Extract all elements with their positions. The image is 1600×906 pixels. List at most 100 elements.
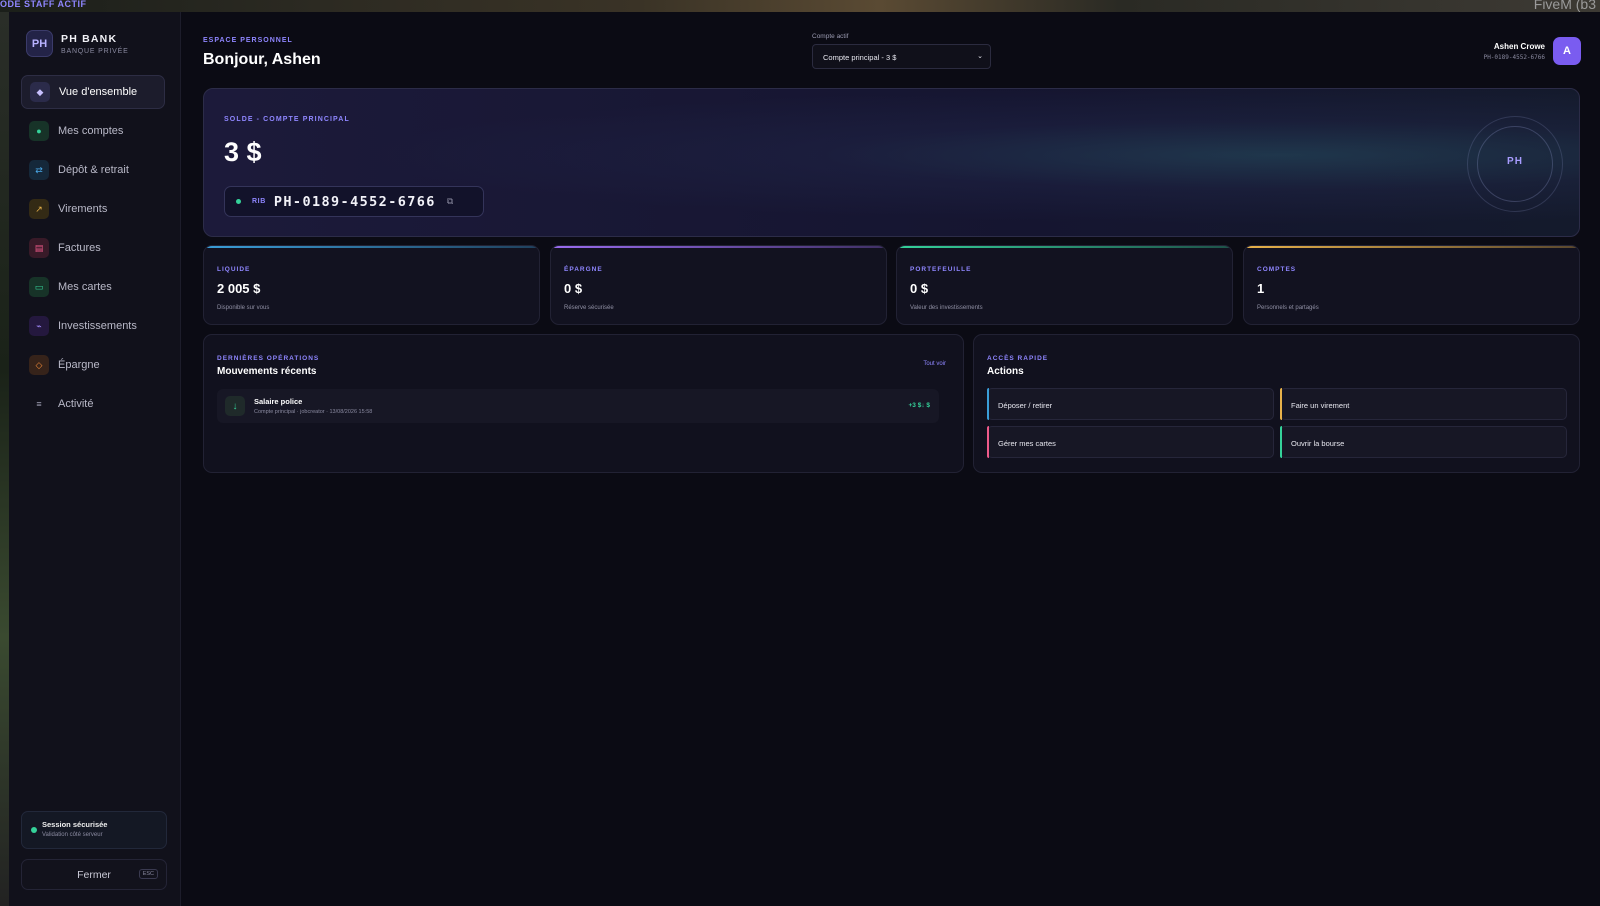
stat-label: LIQUIDE: [217, 266, 251, 273]
sidebar-item-accounts[interactable]: ● Mes comptes: [21, 114, 165, 148]
sidebar-nav: ◆ Vue d'ensemble ● Mes comptes ⇄ Dépôt &…: [21, 75, 165, 426]
stat-value: 0 $: [564, 281, 583, 296]
stat-label: ÉPARGNE: [564, 266, 603, 273]
user-profile: Ashen Crowe PH-0189-4552-6766 A: [1484, 37, 1581, 65]
sidebar-item-transfers[interactable]: ↗ Virements: [21, 192, 165, 226]
brand-subtitle: BANQUE PRIVÉE: [61, 47, 129, 55]
sidebar-item-activity[interactable]: ≡ Activité: [21, 387, 165, 421]
staff-mode-label: ODE STAFF ACTIF: [0, 0, 87, 9]
sidebar-item-label: Dépôt & retrait: [58, 164, 129, 176]
close-button-label: Fermer: [77, 868, 111, 881]
stat-label: PORTEFEUILLE: [910, 266, 972, 273]
diamond-icon: ◆: [30, 82, 50, 102]
bank-emblem: PH: [1467, 116, 1563, 212]
panel-title: Mouvements récents: [217, 366, 317, 377]
action-accent-edge: [987, 426, 989, 458]
dot-icon: ●: [29, 121, 49, 141]
panel-kicker: ACCÈS RAPIDE: [987, 355, 1049, 362]
sidebar-item-label: Épargne: [58, 359, 100, 371]
balance-amount: 3 $: [224, 137, 262, 167]
status-dot-icon: [236, 199, 241, 204]
active-account-select[interactable]: Compte principal - 3 $ ⌄: [812, 44, 991, 69]
secure-session-badge: Session sécurisée Validation côté serveu…: [21, 811, 167, 849]
close-button[interactable]: Fermer ESC: [21, 859, 167, 890]
brand-logo: PH: [26, 30, 53, 57]
card-icon: ▭: [29, 277, 49, 297]
recent-movements-panel: DERNIÈRES OPÉRATIONS Mouvements récents …: [203, 334, 964, 473]
sidebar-item-label: Investissements: [58, 320, 137, 332]
arrow-down-icon: ↓: [225, 396, 245, 416]
action-accent-edge: [1280, 388, 1282, 420]
game-background: ODE STAFF ACTIF FiveM (b3: [0, 0, 1600, 12]
stat-card-portfolio: PORTEFEUILLE 0 $ Valeur des investisseme…: [896, 245, 1233, 325]
stat-description: Réserve sécurisée: [564, 305, 614, 311]
action-label: Déposer / retirer: [998, 401, 1053, 410]
stat-value: 2 005 $: [217, 281, 261, 296]
game-background-edge: [0, 12, 9, 906]
stat-card-cash: LIQUIDE 2 005 $ Disponible sur vous: [203, 245, 540, 325]
user-name: Ashen Crowe: [1493, 41, 1545, 51]
sidebar-item-invoices[interactable]: ▤ Factures: [21, 231, 165, 265]
action-manage-cards-button[interactable]: Gérer mes cartes: [987, 426, 1274, 458]
sidebar-item-label: Virements: [58, 203, 108, 215]
transaction-row[interactable]: ↓ Salaire police Compte principal · jobc…: [217, 389, 939, 423]
sidebar-item-label: Factures: [58, 242, 101, 254]
copy-icon[interactable]: ⧉: [447, 196, 453, 207]
transaction-amount: +3 $↓ $: [908, 402, 930, 409]
trend-icon: ⌁: [29, 316, 49, 336]
stat-card-savings: ÉPARGNE 0 $ Réserve sécurisée: [550, 245, 887, 325]
session-title: Session sécurisée: [42, 820, 108, 829]
fivem-label: FiveM (b3: [1533, 0, 1596, 12]
balance-kicker: SOLDE - COMPTE PRINCIPAL: [224, 116, 350, 123]
action-accent-edge: [1280, 426, 1282, 458]
action-label: Faire un virement: [1291, 401, 1350, 410]
page-kicker: ESPACE PERSONNEL: [203, 37, 293, 44]
brand-name: PH BANK: [61, 32, 118, 45]
stat-accent-bar: [204, 246, 539, 248]
stat-description: Valeur des investissements: [910, 305, 983, 311]
emblem-text: PH: [1507, 156, 1523, 167]
stat-value: 0 $: [910, 281, 929, 296]
action-label: Ouvrir la bourse: [1291, 439, 1345, 448]
diamond-outline-icon: ◇: [29, 355, 49, 375]
stat-value: 1: [1257, 281, 1265, 296]
action-transfer-button[interactable]: Faire un virement: [1280, 388, 1567, 420]
stat-card-accounts: COMPTES 1 Personnels et partagés: [1243, 245, 1580, 325]
rib-box: RIB PH-0189-4552-6766 ⧉: [224, 186, 484, 217]
arrow-up-right-icon: ↗: [29, 199, 49, 219]
swap-arrows-icon: ⇄: [29, 160, 49, 180]
active-account-value: Compte principal - 3 $: [823, 53, 897, 62]
action-accent-edge: [987, 388, 989, 420]
active-account-label: Compte actif: [812, 33, 849, 40]
quick-access-panel: ACCÈS RAPIDE Actions Déposer / retirer F…: [973, 334, 1580, 473]
panel-title: Actions: [987, 366, 1024, 377]
brand: PH PH BANK BANQUE PRIVÉE: [26, 30, 129, 57]
transaction-details: Compte principal · jobcreator · 13/08/20…: [254, 409, 373, 415]
rib-value: PH-0189-4552-6766: [273, 193, 436, 210]
action-open-market-button[interactable]: Ouvrir la bourse: [1280, 426, 1567, 458]
sidebar-item-investments[interactable]: ⌁ Investissements: [21, 309, 165, 343]
sidebar-item-cards[interactable]: ▭ Mes cartes: [21, 270, 165, 304]
sidebar-item-label: Mes cartes: [58, 281, 112, 293]
transaction-title: Salaire police: [254, 397, 303, 406]
esc-key-hint: ESC: [138, 869, 158, 879]
invoice-icon: ▤: [29, 238, 49, 258]
avatar[interactable]: A: [1553, 37, 1581, 65]
panel-kicker: DERNIÈRES OPÉRATIONS: [217, 355, 320, 362]
status-dot-icon: [31, 827, 37, 833]
balance-card: SOLDE - COMPTE PRINCIPAL 3 $ RIB PH-0189…: [203, 88, 1580, 237]
see-all-link[interactable]: Tout voir: [923, 361, 946, 367]
stat-description: Personnels et partagés: [1257, 305, 1319, 311]
sidebar-item-deposit-withdraw[interactable]: ⇄ Dépôt & retrait: [21, 153, 165, 187]
stat-accent-bar: [551, 246, 886, 248]
sidebar: PH PH BANK BANQUE PRIVÉE ◆ Vue d'ensembl…: [9, 12, 181, 906]
action-label: Gérer mes cartes: [998, 439, 1056, 448]
sidebar-item-savings[interactable]: ◇ Épargne: [21, 348, 165, 382]
stat-description: Disponible sur vous: [217, 305, 270, 311]
sidebar-item-overview[interactable]: ◆ Vue d'ensemble: [21, 75, 165, 109]
sidebar-item-label: Mes comptes: [58, 125, 124, 137]
stat-accent-bar: [897, 246, 1232, 248]
action-deposit-withdraw-button[interactable]: Déposer / retirer: [987, 388, 1274, 420]
stat-accent-bar: [1244, 246, 1579, 248]
list-icon: ≡: [36, 399, 42, 409]
